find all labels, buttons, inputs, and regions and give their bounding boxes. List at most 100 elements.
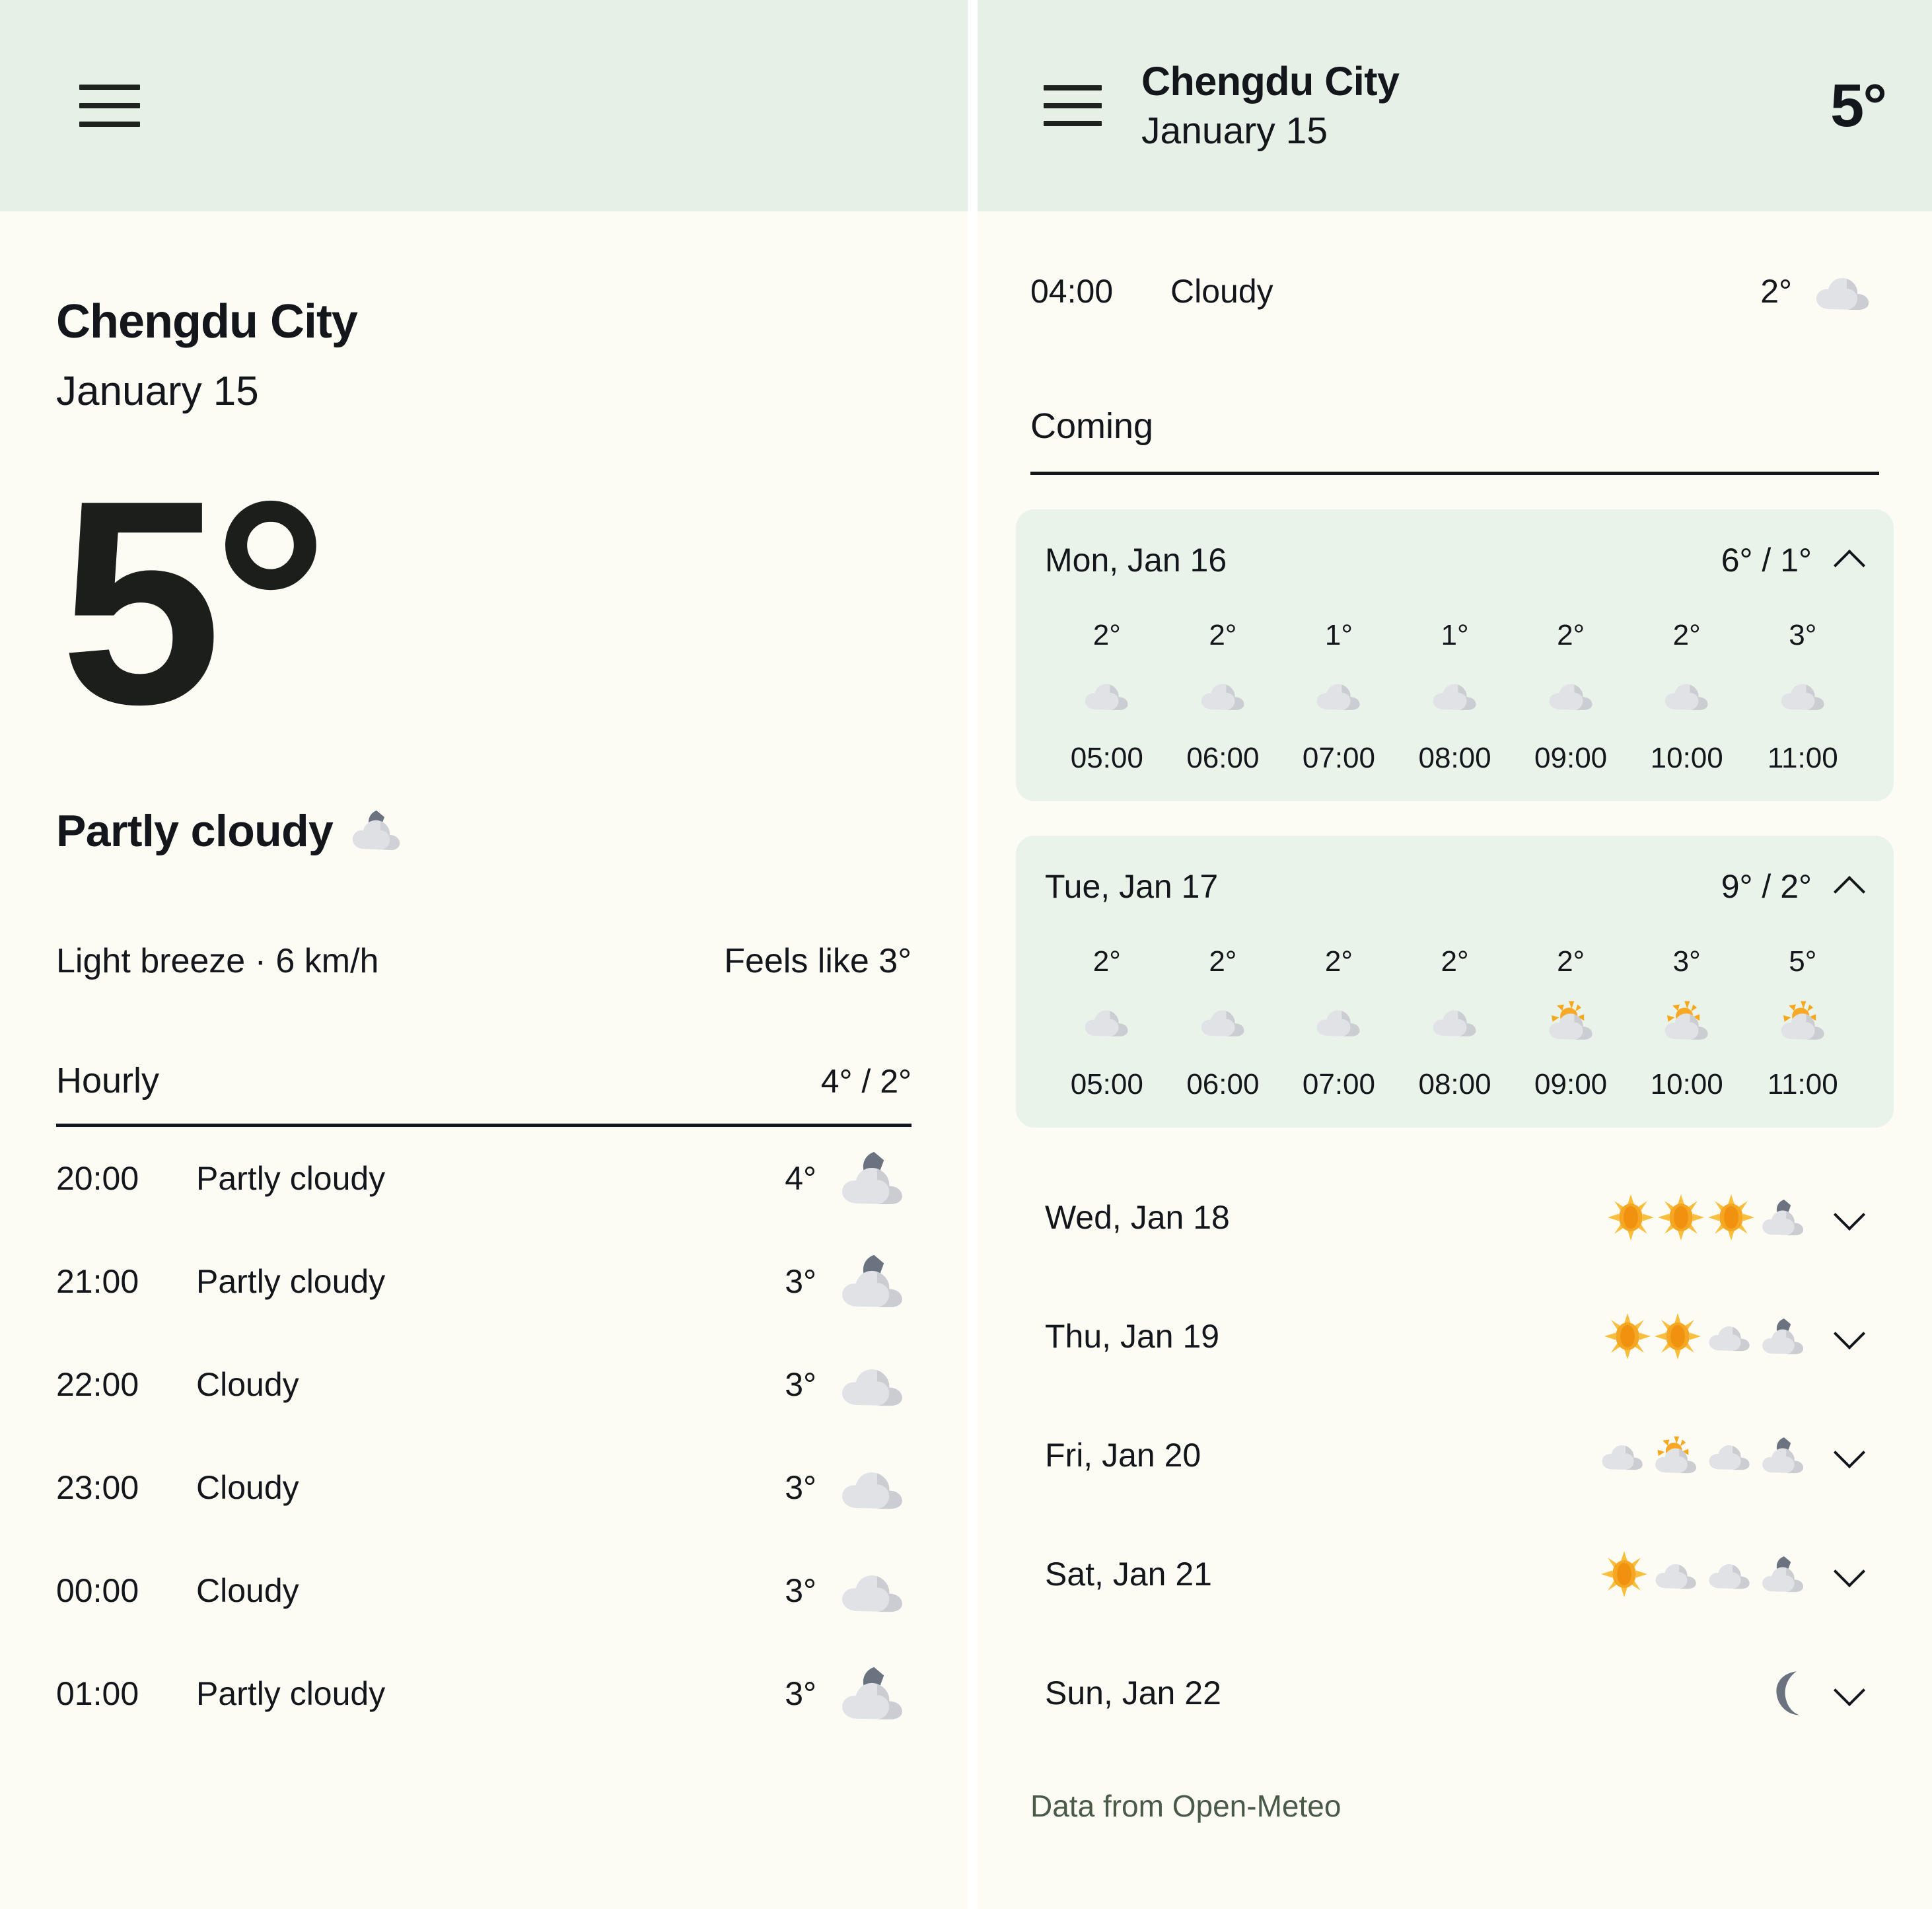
day-hour-cell: 5° 11:00 — [1744, 945, 1861, 1101]
day-hour-cell: 1° 07:00 — [1281, 619, 1397, 775]
day-icon-summary — [1771, 1670, 1808, 1716]
sun-icon — [1655, 1313, 1701, 1359]
hour-time: 21:00 — [56, 1263, 139, 1301]
cloud-icon — [1197, 994, 1249, 1048]
day-row[interactable]: Fri, Jan 20 — [1016, 1396, 1894, 1515]
cloud-icon — [1661, 668, 1713, 722]
chevron-up-icon[interactable] — [1834, 871, 1865, 902]
hour-temperature: 2° — [1324, 945, 1353, 978]
day-hours-strip: 2° 05:00 2° 06:00 1° 07:00 1° 08:00 2° 0… — [1045, 619, 1865, 775]
sticky-temperature: 5° — [1830, 71, 1887, 139]
hour-time: 00:00 — [56, 1572, 139, 1610]
sticky-header-titles: Chengdu City January 15 — [1141, 58, 1830, 154]
cloud-icon — [1429, 994, 1481, 1048]
hour-description: Cloudy — [196, 1469, 299, 1507]
hour-temperature: 3° — [785, 1572, 816, 1610]
hourly-row[interactable]: 23:00 Cloudy 3° — [56, 1436, 912, 1539]
hourly-row[interactable]: 21:00 Partly cloudy 3° — [56, 1230, 912, 1333]
sun-icon — [1601, 1551, 1647, 1597]
right-top-bar: Chengdu City January 15 5° — [978, 0, 1932, 211]
hour-time: 11:00 — [1767, 1068, 1838, 1100]
hamburger-menu-icon[interactable] — [79, 85, 140, 127]
chevron-down-icon[interactable] — [1834, 1559, 1865, 1589]
sun-behind-cloud-icon — [1777, 994, 1829, 1048]
hourly-title: Hourly — [56, 1061, 160, 1101]
day-row[interactable]: Sun, Jan 22 — [1016, 1634, 1894, 1752]
hour-time: 10:00 — [1650, 1068, 1723, 1100]
hourly-row[interactable]: 00:00 Cloudy 3° — [56, 1539, 912, 1642]
hour-temperature: 2° — [1209, 945, 1237, 978]
hour-time: 05:00 — [1070, 1068, 1143, 1100]
hour-time: 08:00 — [1418, 742, 1491, 774]
day-hour-cell: 2° 05:00 — [1049, 945, 1165, 1101]
expanded-day-cards: Mon, Jan 16 6° / 1° 2° 05:00 2° 06:00 1° — [1016, 509, 1894, 1128]
day-hour-cell: 2° 08:00 — [1397, 945, 1513, 1101]
coming-section-title: Coming — [1030, 406, 1154, 446]
moon-behind-cloud-icon — [1758, 1198, 1808, 1238]
cloud-icon — [1705, 1320, 1754, 1353]
day-forecast-card[interactable]: Tue, Jan 17 9° / 2° 2° 05:00 2° 06:00 2° — [1016, 836, 1894, 1128]
wind-and-feels-row: Light breeze · 6 km/h Feels like 3° — [56, 941, 912, 981]
hour-time: 06:00 — [1186, 1068, 1260, 1100]
hour-time: 11:00 — [1767, 742, 1838, 774]
hourly-row[interactable]: 20:00 Partly cloudy 4° — [56, 1127, 912, 1230]
cloud-icon — [834, 1359, 912, 1410]
chevron-down-icon[interactable] — [1834, 1440, 1865, 1470]
cloud-icon — [1705, 1439, 1754, 1472]
cloud-icon — [1545, 668, 1597, 722]
hour-temperature: 1° — [1324, 619, 1353, 651]
cloud-icon — [1651, 1558, 1701, 1591]
day-row[interactable]: Thu, Jan 19 — [1016, 1277, 1894, 1396]
hour-description: Cloudy — [196, 1572, 299, 1610]
hour-time: 01:00 — [56, 1675, 139, 1713]
left-panel: Chengdu City January 15 5° Partly cloudy… — [0, 0, 968, 1909]
chevron-down-icon[interactable] — [1834, 1202, 1865, 1233]
hour-temperature: 2° — [1092, 945, 1121, 978]
hour-temperature: 3° — [785, 1263, 816, 1301]
hour-temperature: 3° — [1789, 619, 1817, 651]
hamburger-menu-icon[interactable] — [1044, 85, 1102, 126]
hour-time: 22:00 — [56, 1366, 139, 1404]
wind-label: Light breeze · 6 km/h — [56, 942, 379, 981]
day-label: Thu, Jan 19 — [1045, 1318, 1220, 1355]
cloud-icon — [1598, 1439, 1647, 1472]
hour-time: 09:00 — [1534, 1068, 1608, 1100]
moon-behind-cloud-icon — [834, 1149, 912, 1208]
hour-time: 10:00 — [1650, 742, 1723, 774]
cloud-icon — [1081, 994, 1133, 1048]
chevron-down-icon[interactable] — [1834, 1321, 1865, 1351]
hour-temperature: 2° — [1209, 619, 1237, 651]
day-hour-cell: 1° 08:00 — [1397, 619, 1513, 775]
day-row[interactable]: Wed, Jan 18 — [1016, 1158, 1894, 1277]
hour-temperature: 2° — [1557, 619, 1585, 651]
moon-icon — [1771, 1670, 1808, 1716]
day-label: Mon, Jan 16 — [1045, 542, 1227, 579]
day-icon-summary — [1601, 1551, 1808, 1597]
moon-behind-cloud-icon — [1758, 1316, 1808, 1357]
hour-time: 07:00 — [1302, 742, 1375, 774]
day-hour-cell: 2° 10:00 — [1629, 619, 1745, 775]
hour-time: 04:00 — [1030, 273, 1114, 310]
collapsed-day-rows: Wed, Jan 18 Thu, Jan 19 Fri, Jan 20 Sat,… — [1016, 1158, 1894, 1752]
day-hour-cell: 2° 07:00 — [1281, 945, 1397, 1101]
day-hour-cell: 3° 10:00 — [1629, 945, 1745, 1101]
day-icon-summary — [1608, 1194, 1808, 1241]
hourly-row[interactable]: 22:00 Cloudy 3° — [56, 1333, 912, 1436]
hour-temperature: 3° — [785, 1675, 816, 1713]
day-hour-cell: 2° 06:00 — [1165, 945, 1281, 1101]
hourly-row[interactable]: 01:00 Partly cloudy 3° — [56, 1642, 912, 1745]
day-card-header[interactable]: Mon, Jan 16 6° / 1° — [1045, 541, 1865, 579]
current-condition-row: Partly cloudy — [56, 805, 912, 857]
sun-icon — [1708, 1194, 1754, 1241]
day-forecast-card[interactable]: Mon, Jan 16 6° / 1° 2° 05:00 2° 06:00 1° — [1016, 509, 1894, 801]
hour-description: Partly cloudy — [196, 1675, 386, 1713]
day-card-header[interactable]: Tue, Jan 17 9° / 2° — [1045, 867, 1865, 906]
day-label: Fri, Jan 20 — [1045, 1437, 1201, 1474]
hourly-row-top[interactable]: 04:00 Cloudy 2° — [1016, 242, 1894, 341]
cloud-icon — [1705, 1558, 1754, 1591]
day-row[interactable]: Sat, Jan 21 — [1016, 1515, 1894, 1634]
chevron-up-icon[interactable] — [1834, 545, 1865, 575]
hour-temperature: 2° — [1672, 619, 1701, 651]
chevron-down-icon[interactable] — [1834, 1678, 1865, 1708]
day-label: Wed, Jan 18 — [1045, 1199, 1230, 1236]
